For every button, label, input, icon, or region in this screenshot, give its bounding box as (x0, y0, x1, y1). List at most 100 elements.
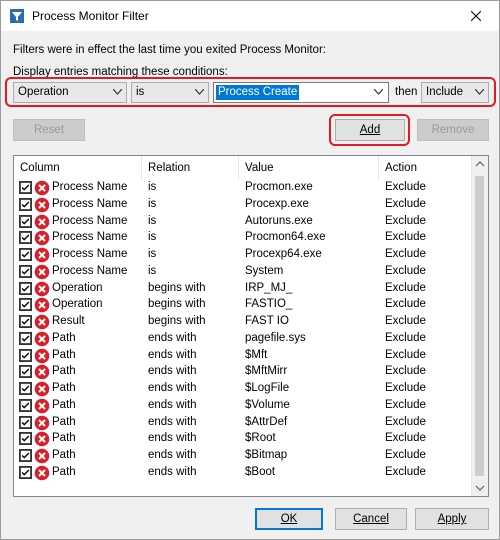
row-column: Process Name (52, 181, 128, 193)
row-value: Procmon64.exe (245, 231, 326, 244)
row-action: Exclude (385, 398, 426, 411)
row-checkbox-checked[interactable] (19, 365, 32, 379)
column-header-relation[interactable]: Relation (142, 156, 239, 180)
table-row[interactable]: Path ends with pagefile.sys Exclude (14, 331, 474, 348)
row-relation: ends with (148, 348, 197, 361)
row-checkbox-checked[interactable] (19, 214, 32, 228)
row-checkbox-checked[interactable] (19, 231, 32, 245)
row-value: FASTIO_ (245, 298, 293, 311)
row-relation: begins with (148, 298, 206, 311)
row-checkbox-checked[interactable] (19, 181, 32, 194)
row-relation: is (148, 197, 157, 210)
row-checkbox-checked[interactable] (19, 382, 32, 395)
exclude-icon (34, 381, 50, 397)
row-relation: is (148, 264, 157, 277)
action-select[interactable]: Include (421, 82, 489, 103)
row-action: Exclude (385, 449, 426, 461)
column-select[interactable]: Operation (13, 82, 127, 103)
close-icon (471, 11, 481, 21)
chevron-down-icon[interactable] (374, 89, 383, 95)
table-row[interactable]: Path ends with $Root Exclude (14, 431, 474, 448)
row-column: Process Name (52, 231, 128, 244)
table-row[interactable]: Path ends with $AttrDef Exclude (14, 415, 474, 432)
row-checkbox-checked[interactable] (19, 248, 32, 261)
row-action: Exclude (385, 281, 426, 294)
row-checkbox-checked[interactable] (19, 398, 32, 412)
row-action: Exclude (385, 264, 426, 277)
scroll-down-icon[interactable] (472, 479, 488, 496)
table-row[interactable]: Operation begins with FASTIO_ Exclude (14, 297, 474, 314)
table-row[interactable]: Process Name is Autoruns.exe Exclude (14, 214, 474, 231)
exclude-icon (34, 264, 50, 280)
row-checkbox-checked[interactable] (19, 348, 32, 362)
row-checkbox-checked[interactable] (19, 315, 32, 328)
row-value: Procexp.exe (245, 197, 309, 210)
table-row[interactable]: Result begins with FAST IO Exclude (14, 314, 474, 331)
filter-list-header: Column Relation Value Action (14, 156, 474, 180)
add-button[interactable]: Add (335, 119, 405, 141)
relation-select[interactable]: is (131, 82, 209, 103)
table-row[interactable]: Process Name is Procmon64.exe Exclude (14, 230, 474, 247)
vertical-scrollbar[interactable] (471, 156, 488, 496)
row-column: Operation (52, 281, 103, 294)
filter-list[interactable]: Column Relation Value Action Process Nam… (13, 155, 489, 497)
filter-app-icon (10, 9, 24, 23)
value-input[interactable]: Process Create (213, 82, 389, 103)
row-column: Operation (52, 298, 103, 311)
row-checkbox-checked[interactable] (19, 264, 32, 278)
exclude-icon (34, 398, 50, 414)
table-row[interactable]: Path ends with $Boot Exclude (14, 465, 474, 482)
column-select-value: Operation (18, 86, 69, 98)
row-action: Exclude (385, 197, 426, 210)
row-checkbox-checked[interactable] (19, 465, 32, 479)
ok-button[interactable]: OK (255, 508, 323, 530)
row-value: $Root (245, 432, 276, 445)
row-checkbox-checked[interactable] (19, 281, 32, 295)
table-row[interactable]: Path ends with $LogFile Exclude (14, 381, 474, 398)
then-label: then (395, 86, 418, 98)
row-checkbox-checked[interactable] (19, 331, 32, 345)
row-value: $Volume (245, 398, 290, 411)
row-relation: is (148, 248, 157, 260)
column-header-action[interactable]: Action (379, 156, 474, 180)
row-value: Procmon.exe (245, 181, 313, 193)
row-action: Exclude (385, 181, 426, 193)
apply-button[interactable]: Apply (415, 508, 489, 530)
row-action: Exclude (385, 415, 426, 428)
exclude-icon (34, 465, 50, 481)
ok-button-label: OK (280, 513, 298, 525)
remove-button[interactable]: Remove (417, 119, 489, 141)
row-checkbox-checked[interactable] (19, 197, 32, 211)
cancel-button[interactable]: Cancel (335, 508, 407, 530)
row-action: Exclude (385, 214, 426, 227)
table-row[interactable]: Process Name is System Exclude (14, 264, 474, 281)
row-column: Path (52, 449, 76, 461)
row-column: Path (52, 382, 76, 394)
row-value: $MftMirr (245, 365, 288, 378)
scrollbar-thumb[interactable] (475, 176, 484, 476)
table-row[interactable]: Path ends with $Bitmap Exclude (14, 448, 474, 465)
table-row[interactable]: Path ends with $Mft Exclude (14, 348, 474, 365)
exclude-icon (34, 230, 50, 246)
row-column: Process Name (52, 214, 128, 227)
row-checkbox-checked[interactable] (19, 449, 32, 462)
table-row[interactable]: Path ends with $MftMirr Exclude (14, 364, 474, 381)
column-header-column[interactable]: Column (14, 156, 142, 180)
close-button[interactable] (453, 1, 499, 31)
chevron-down-icon (195, 89, 204, 95)
row-checkbox-checked[interactable] (19, 415, 32, 429)
column-header-value[interactable]: Value (239, 156, 379, 180)
table-row[interactable]: Path ends with $Volume Exclude (14, 398, 474, 415)
window-title: Process Monitor Filter (32, 9, 149, 23)
table-row[interactable]: Process Name is Procexp64.exe Exclude (14, 247, 474, 264)
row-action: Exclude (385, 382, 426, 394)
table-row[interactable]: Process Name is Procexp.exe Exclude (14, 197, 474, 214)
table-row[interactable]: Operation begins with IRP_MJ_ Exclude (14, 281, 474, 298)
reset-button[interactable]: Reset (13, 119, 85, 141)
row-column: Path (52, 331, 76, 344)
table-row[interactable]: Process Name is Procmon.exe Exclude (14, 180, 474, 197)
row-checkbox-checked[interactable] (19, 432, 32, 446)
exclude-icon (34, 431, 50, 447)
row-checkbox-checked[interactable] (19, 298, 32, 312)
scroll-up-icon[interactable] (472, 156, 488, 173)
